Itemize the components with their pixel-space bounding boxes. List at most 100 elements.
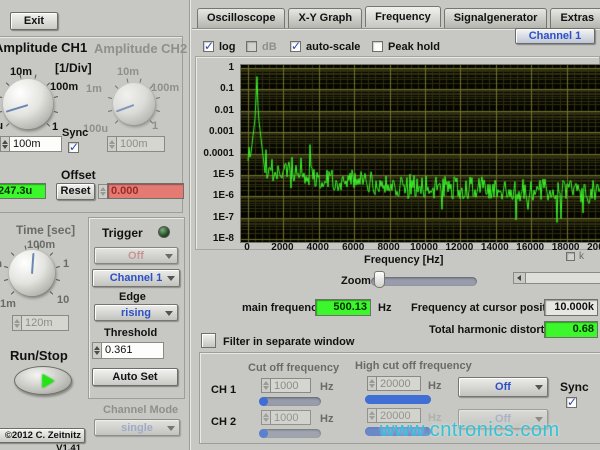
amplitude-ch2-value[interactable]: 100m bbox=[107, 136, 165, 152]
checkbox-label-auto-scale: auto-scale bbox=[306, 41, 360, 53]
x-tick-16000: 16000 bbox=[510, 242, 550, 253]
y-tick-0.0001: 0.0001 bbox=[200, 148, 234, 159]
amplitude-unit-label: [1/Div] bbox=[55, 61, 92, 75]
filter-ch1-lowcut-value[interactable]: 1000 bbox=[261, 378, 311, 393]
time-scale-1: 1 bbox=[63, 258, 69, 270]
main-frequency-display: 500.13 bbox=[315, 299, 371, 316]
x-tick-12000: 12000 bbox=[439, 242, 479, 253]
channel-select-button[interactable]: Channel 1 bbox=[515, 28, 595, 44]
threshold-value[interactable]: 0.361 bbox=[92, 342, 164, 359]
time-value[interactable]: 120m bbox=[12, 315, 69, 331]
y-tick-1E-6: 1E-6 bbox=[200, 190, 234, 201]
amp1-scale-100u: 100u bbox=[0, 120, 3, 132]
axis-log-checkbox[interactable] bbox=[566, 252, 575, 261]
main-frequency-label: main frequency bbox=[242, 302, 323, 314]
trigger-led bbox=[158, 226, 170, 238]
filter-sync-checkbox[interactable] bbox=[566, 397, 577, 408]
sync-amp-checkbox[interactable] bbox=[68, 142, 79, 153]
x-tick-4000: 4000 bbox=[298, 242, 338, 253]
filter-ch2-lowcut-value[interactable]: 1000 bbox=[261, 410, 311, 425]
left-panel: Exit Amplitude CH1 [1/Div] 10m 100m 1 10… bbox=[0, 0, 190, 450]
edge-label: Edge bbox=[119, 291, 146, 303]
amplitude-ch1-knob[interactable] bbox=[3, 79, 53, 129]
amp1-scale-100m: 100m bbox=[50, 81, 78, 93]
channel-mode-label: Channel Mode bbox=[103, 404, 178, 416]
x-tick-8000: 8000 bbox=[369, 242, 409, 253]
checkbox-db[interactable] bbox=[246, 41, 257, 52]
tab-frequency[interactable]: Frequency bbox=[365, 6, 441, 27]
scrollbar-left-arrow-icon[interactable] bbox=[514, 273, 526, 283]
amplitude-ch2-title: Amplitude CH2 bbox=[94, 41, 187, 56]
version-box: ©2012 C. Zeitnitz V1.41 bbox=[0, 428, 85, 443]
filter-ch1-label: CH 1 bbox=[211, 384, 236, 396]
x-axis-title: Frequency [Hz] bbox=[364, 254, 443, 266]
time-scale-10: 10 bbox=[57, 294, 69, 306]
checkbox-label-log: log bbox=[219, 41, 236, 53]
checkbox-auto-scale[interactable] bbox=[290, 41, 301, 52]
y-tick-1: 1 bbox=[200, 62, 234, 73]
filter-ch2-lowcut-slider[interactable] bbox=[259, 429, 321, 438]
trigger-title: Trigger bbox=[102, 226, 143, 240]
tab-x-y-graph[interactable]: X-Y Graph bbox=[288, 8, 362, 28]
trigger-channel-dropdown[interactable]: Channel 1 bbox=[92, 269, 180, 287]
amplitude-ch2-knob[interactable] bbox=[113, 83, 155, 125]
amplitude-ch1-title: Amplitude CH1 bbox=[0, 40, 87, 55]
time-label: Time [sec] bbox=[16, 223, 75, 237]
x-tick-14000: 14000 bbox=[475, 242, 515, 253]
lowcut-header: Cut off frequency bbox=[248, 362, 339, 374]
highcut-header: High cut off frequency bbox=[355, 360, 472, 372]
filter-separate-checkbox[interactable] bbox=[201, 333, 216, 348]
amplitude-ch1-value[interactable]: 100m bbox=[0, 136, 62, 152]
y-tick-0.01: 0.01 bbox=[200, 105, 234, 116]
tab-strip: OscilloscopeX-Y GraphFrequencySignalgene… bbox=[197, 7, 600, 28]
autoset-button[interactable]: Auto Set bbox=[92, 368, 178, 386]
filter-ch1-highcut-slider[interactable] bbox=[365, 395, 431, 404]
zoom-slider[interactable] bbox=[371, 277, 477, 286]
offset-ch1-display: 247.3u bbox=[0, 183, 46, 199]
tab-extras[interactable]: Extras bbox=[550, 8, 600, 28]
app-window: Exit Amplitude CH1 [1/Div] 10m 100m 1 10… bbox=[0, 0, 600, 450]
edge-dropdown[interactable]: rising bbox=[94, 304, 178, 321]
tab-oscilloscope[interactable]: Oscilloscope bbox=[197, 8, 285, 28]
amp1-scale-1: 1 bbox=[52, 121, 58, 133]
trigger-mode-dropdown[interactable]: Off bbox=[94, 247, 178, 264]
x-tick-2000: 2000 bbox=[262, 242, 302, 253]
x-scrollbar[interactable] bbox=[513, 272, 600, 284]
tab-signalgenerator[interactable]: Signalgenerator bbox=[444, 8, 548, 28]
main-frequency-unit: Hz bbox=[378, 302, 391, 314]
exit-button[interactable]: Exit bbox=[10, 12, 58, 30]
cursor-frequency-label: Frequency at cursor position bbox=[411, 302, 563, 314]
amp2-scale-10m: 10m bbox=[117, 66, 139, 78]
axis-log-checkbox-label: k bbox=[579, 251, 584, 262]
filter-ch1-highcut-unit: Hz bbox=[428, 380, 441, 392]
checkbox-label-peak-hold: Peak hold bbox=[388, 41, 440, 53]
filter-ch1-highcut-value[interactable]: 20000 bbox=[367, 376, 421, 391]
sync-amp-label: Sync bbox=[62, 127, 88, 139]
checkbox-log[interactable] bbox=[203, 41, 214, 52]
filter-ch1-lowcut-slider[interactable] bbox=[259, 397, 321, 406]
x-tick-6000: 6000 bbox=[333, 242, 373, 253]
spectrum-plot[interactable] bbox=[240, 64, 600, 243]
offset-ch2-display: 0.000 bbox=[107, 183, 184, 199]
time-scale-10m: 10m bbox=[0, 258, 2, 270]
checkbox-peak-hold[interactable] bbox=[372, 41, 383, 52]
watermark: www.cntronics.com bbox=[380, 419, 560, 442]
time-knob[interactable] bbox=[9, 250, 55, 296]
y-tick-0.001: 0.001 bbox=[200, 126, 234, 137]
filter-ch1-mode-dropdown[interactable]: Off bbox=[458, 377, 548, 397]
thd-display: 0.68 bbox=[544, 321, 598, 338]
thd-label: Total harmonic distortion bbox=[429, 324, 561, 336]
channel-mode-dropdown[interactable]: single bbox=[94, 419, 180, 436]
filter-ch1-lowcut-unit: Hz bbox=[320, 381, 333, 393]
filter-separate-label: Filter in separate window bbox=[223, 336, 354, 348]
filter-ch2-lowcut-unit: Hz bbox=[320, 413, 333, 425]
filter-ch2-label: CH 2 bbox=[211, 416, 236, 428]
y-tick-0.1: 0.1 bbox=[200, 83, 234, 94]
x-tick-0: 0 bbox=[227, 242, 267, 253]
x-tick-10000: 10000 bbox=[404, 242, 444, 253]
offset-reset-button[interactable]: Reset bbox=[56, 183, 95, 200]
runstop-button[interactable] bbox=[14, 366, 72, 395]
zoom-slider-thumb[interactable] bbox=[374, 271, 385, 288]
checkbox-label-db: dB bbox=[262, 41, 277, 53]
offset-ch2-spinner-arrows[interactable] bbox=[98, 184, 107, 199]
